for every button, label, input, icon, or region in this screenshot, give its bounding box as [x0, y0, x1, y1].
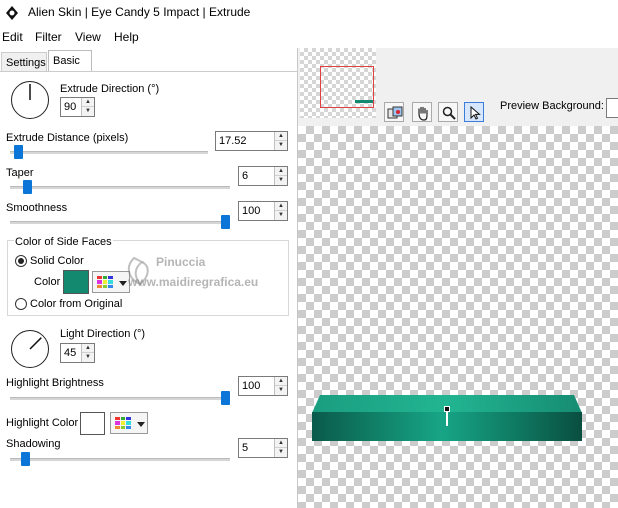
taper-spinner[interactable]: 6 ▲ ▼ [238, 166, 288, 186]
spin-up-icon[interactable]: ▲ [275, 202, 287, 211]
watermark-text: Pinuccia www.maidiregrafica.eu [128, 252, 258, 292]
preview-canvas[interactable] [298, 126, 618, 508]
color-palette-icon [115, 417, 131, 429]
side-faces-group-label: Color of Side Faces [14, 236, 113, 248]
light-direction-value: 45 [64, 347, 77, 359]
preview-toggle-button[interactable] [384, 102, 404, 122]
title-bar: Alien Skin | Eye Candy 5 Impact | Extrud… [0, 0, 618, 26]
menu-filter[interactable]: Filter [35, 30, 62, 44]
extrude-direction-value: 90 [64, 101, 77, 113]
dropdown-arrow-icon [137, 422, 145, 427]
solid-color-label: Solid Color [30, 255, 84, 267]
taper-label: Taper [6, 167, 34, 179]
menu-view[interactable]: View [75, 30, 101, 44]
zoom-tool-button[interactable] [438, 102, 458, 122]
highlight-brightness-value: 100 [242, 380, 261, 392]
shadowing-label: Shadowing [6, 438, 61, 450]
taper-value: 6 [242, 170, 249, 182]
light-direction-spinner[interactable]: 45 ▲ ▼ [60, 343, 95, 363]
spin-down-icon[interactable]: ▼ [275, 386, 287, 395]
extrude-distance-slider[interactable] [13, 145, 23, 159]
highlight-color-palette-button[interactable] [110, 412, 148, 434]
smoothness-track[interactable] [10, 221, 230, 224]
tab-divider [0, 71, 298, 72]
menu-help[interactable]: Help [114, 30, 139, 44]
preview-background-label: Preview Background: [500, 100, 604, 112]
tab-settings[interactable]: Settings [1, 52, 47, 72]
light-handle[interactable] [444, 406, 450, 412]
shadowing-slider[interactable] [20, 452, 30, 466]
watermark-line1: Pinuccia [156, 255, 206, 269]
spin-up-icon[interactable]: ▲ [275, 132, 287, 141]
spin-up-icon[interactable]: ▲ [275, 439, 287, 448]
side-color-label: Color [34, 276, 61, 288]
light-direction-label: Light Direction (°) [60, 328, 146, 340]
highlight-color-swatch[interactable] [80, 412, 105, 435]
preview-background-select[interactable] [606, 98, 618, 118]
menu-edit[interactable]: Edit [2, 30, 23, 44]
arrow-icon [470, 105, 481, 120]
spin-down-icon[interactable]: ▼ [275, 211, 287, 220]
navigator-shape-preview [355, 100, 373, 103]
shadowing-value: 5 [242, 442, 249, 454]
color-from-original-label: Color from Original [30, 298, 123, 310]
light-handle-line [446, 410, 448, 426]
hand-icon [418, 106, 428, 121]
highlight-brightness-label: Highlight Brightness [6, 377, 104, 389]
solid-color-radio[interactable] [15, 255, 27, 267]
extrude-distance-spinner[interactable]: 17.52 ▲ ▼ [215, 131, 288, 151]
spin-up-icon[interactable]: ▲ [275, 377, 287, 386]
extrude-distance-label: Extrude Distance (pixels) [6, 132, 129, 144]
highlight-brightness-track[interactable] [10, 397, 230, 400]
preview-toggle-icon [387, 106, 403, 119]
tab-basic[interactable]: Basic [48, 50, 92, 72]
spin-down-icon[interactable]: ▼ [82, 107, 94, 116]
spin-up-icon[interactable]: ▲ [82, 344, 94, 353]
extrude-distance-track[interactable] [10, 151, 208, 154]
highlight-brightness-spinner[interactable]: 100 ▲ ▼ [238, 376, 288, 396]
spin-down-icon[interactable]: ▼ [82, 353, 94, 362]
menu-bar: Edit Filter View Help [0, 27, 618, 47]
spin-up-icon[interactable]: ▲ [82, 98, 94, 107]
smoothness-label: Smoothness [6, 202, 68, 214]
smoothness-value: 100 [242, 205, 261, 217]
side-color-swatch[interactable] [63, 270, 89, 294]
extrude-distance-value: 17.52 [219, 135, 247, 147]
smoothness-spinner[interactable]: 100 ▲ ▼ [238, 201, 288, 221]
spin-down-icon[interactable]: ▼ [275, 141, 287, 150]
alien-skin-app-icon [4, 5, 20, 21]
window-title: Alien Skin | Eye Candy 5 Impact | Extrud… [28, 5, 251, 19]
spin-up-icon[interactable]: ▲ [275, 167, 287, 176]
color-palette-icon [97, 276, 113, 288]
color-from-original-radio[interactable] [15, 298, 27, 310]
shadowing-spinner[interactable]: 5 ▲ ▼ [238, 438, 288, 458]
shadowing-track[interactable] [10, 458, 230, 461]
highlight-brightness-slider[interactable] [221, 391, 230, 405]
spin-down-icon[interactable]: ▼ [275, 176, 287, 185]
highlight-color-label: Highlight Color [6, 417, 79, 429]
extrude-direction-spinner[interactable]: 90 ▲ ▼ [60, 97, 95, 117]
taper-track[interactable] [10, 186, 230, 189]
watermark-line2: www.maidiregrafica.eu [128, 275, 259, 289]
spin-down-icon[interactable]: ▼ [275, 448, 287, 457]
dial-pointer [28, 336, 42, 350]
extrude-direction-dial[interactable] [11, 81, 49, 119]
light-direction-dial[interactable] [11, 330, 49, 368]
smoothness-slider[interactable] [221, 215, 230, 229]
zoom-icon [442, 106, 456, 120]
hand-tool-button[interactable] [412, 102, 432, 122]
taper-slider[interactable] [22, 180, 32, 194]
arrow-tool-button[interactable] [464, 102, 484, 122]
extrude-direction-label: Extrude Direction (°) [60, 83, 160, 95]
